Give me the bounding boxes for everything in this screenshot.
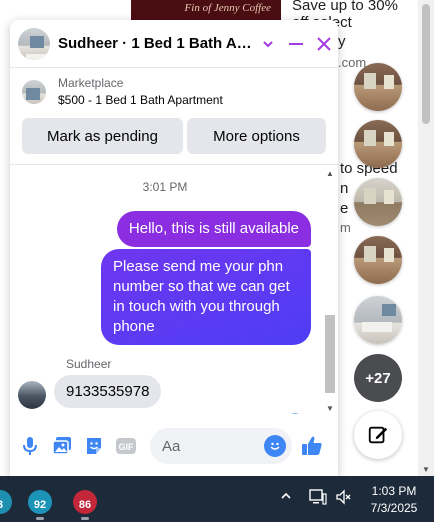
mark-as-pending-button[interactable]: Mark as pending <box>22 118 183 154</box>
chat-head[interactable] <box>354 178 402 226</box>
message-scrollbar[interactable]: ▲ ▼ <box>322 165 338 414</box>
photo-icon[interactable] <box>46 430 78 462</box>
svg-text:GIF: GIF <box>119 442 135 452</box>
new-message-button[interactable] <box>354 411 402 459</box>
listing-actions: Mark as pending More options <box>10 118 338 156</box>
taskbar-app-badge: 86 <box>78 499 92 511</box>
page-scrollbar-thumb[interactable] <box>422 4 430 124</box>
ad-domain: m <box>340 220 351 235</box>
conversation-avatar[interactable] <box>18 27 50 60</box>
clock-time: 1:03 PM <box>371 484 417 498</box>
chat-head[interactable] <box>354 63 402 111</box>
message-input-container <box>150 428 292 464</box>
close-icon[interactable] <box>312 32 336 56</box>
sender-avatar[interactable] <box>18 381 46 409</box>
listing-title: $500 - 1 Bed 1 Bath Apartment <box>58 93 223 107</box>
ad-text-line: n <box>340 180 349 197</box>
sender-name: Sudheer <box>66 357 112 371</box>
taskbar-app-badge: 92 <box>33 499 47 511</box>
chat-head[interactable] <box>354 296 402 344</box>
minimize-icon[interactable] <box>284 32 308 56</box>
more-chats-button[interactable]: +27 <box>354 354 402 402</box>
ad-text-line: y <box>338 33 346 50</box>
ad-text-line: Save up to 30% <box>292 0 398 14</box>
like-thumb-icon[interactable] <box>296 430 328 462</box>
system-clock[interactable]: 1:03 PM 7/3/2025 <box>362 483 426 517</box>
emoji-icon[interactable] <box>264 435 286 457</box>
chevron-down-icon[interactable] <box>256 32 280 56</box>
tray-chevron-up-icon[interactable] <box>280 489 292 505</box>
chat-head[interactable] <box>354 236 402 284</box>
conversation-title[interactable]: Sudheer · 1 Bed 1 Bath Apa... <box>58 35 254 52</box>
taskbar-active-indicator <box>81 517 89 520</box>
compose-icon <box>368 426 388 444</box>
taskbar-app-badge: 3 <box>0 499 12 511</box>
clock-date: 7/3/2025 <box>370 501 418 515</box>
listing-kind: Marketplace <box>58 76 124 90</box>
ad-text-line: e <box>340 200 349 217</box>
sticker-icon[interactable] <box>78 430 110 462</box>
scroll-down-arrow-icon[interactable]: ▼ <box>422 465 430 474</box>
message-input[interactable] <box>150 428 260 464</box>
chat-head[interactable] <box>354 120 402 168</box>
marketplace-listing[interactable]: Marketplace $500 - 1 Bed 1 Bath Apartmen… <box>10 68 338 116</box>
ad-banner-image[interactable]: Fin of Jenny Coffee <box>131 0 281 22</box>
page-scrollbar[interactable]: ▼ <box>418 0 434 476</box>
scroll-down-arrow-icon[interactable]: ▼ <box>326 404 334 413</box>
message-timestamp: 3:01 PM <box>142 180 188 194</box>
ad-banner-text: Fin of Jenny Coffee <box>184 2 271 14</box>
scroll-up-arrow-icon[interactable]: ▲ <box>326 169 334 178</box>
sent-message[interactable]: Hello, this is still available <box>116 211 311 247</box>
seen-indicator-icon <box>288 413 302 414</box>
message-composer: GIF <box>10 424 338 468</box>
more-chats-count: +27 <box>365 369 391 387</box>
sent-message[interactable]: Please send me your phn number so that w… <box>101 249 311 345</box>
listing-thumbnail <box>22 80 46 104</box>
received-message[interactable]: 9133535978 <box>54 375 162 408</box>
microphone-icon[interactable] <box>14 430 46 462</box>
network-icon[interactable] <box>309 489 327 510</box>
message-scrollbar-thumb[interactable] <box>325 315 335 393</box>
gif-icon[interactable]: GIF <box>110 430 142 462</box>
message-list[interactable]: 3:01 PM Hello, this is still available P… <box>10 164 338 414</box>
volume-muted-icon[interactable] <box>336 489 352 510</box>
chat-header[interactable]: Sudheer · 1 Bed 1 Bath Apa... <box>10 20 338 68</box>
more-options-button[interactable]: More options <box>187 118 326 154</box>
chat-window: Sudheer · 1 Bed 1 Bath Apa... Marketplac… <box>10 20 338 476</box>
taskbar-active-indicator <box>36 517 44 520</box>
